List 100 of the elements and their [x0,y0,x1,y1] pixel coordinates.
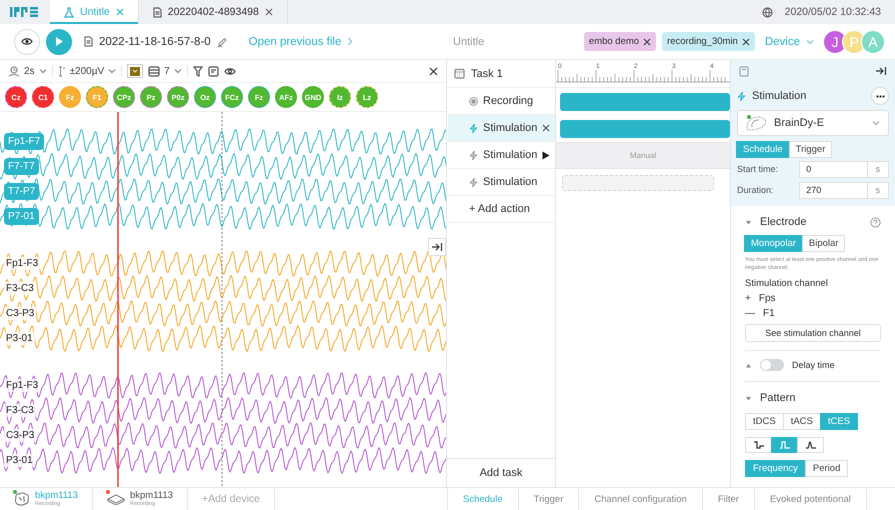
close-icon[interactable] [542,124,550,132]
open-previous-file-link[interactable]: Open previous file [248,36,342,48]
user-avatar[interactable]: J [823,30,847,54]
row-count-value[interactable]: 7 [164,66,170,76]
caret-down-icon[interactable] [745,220,752,224]
polarity-sign: — [745,308,755,320]
segment-button[interactable]: Trigger [788,141,832,158]
input-field[interactable]: 270 [799,182,868,198]
input-field[interactable]: 0 [799,160,868,178]
segment-button[interactable]: tDCS [745,413,784,430]
action-item[interactable]: Stimulation [448,169,555,196]
toggle-label: Delay time [792,360,835,370]
see-stimulation-channel-button[interactable]: See stimulation channel [745,324,881,342]
chevron-down-icon[interactable] [38,68,47,74]
add-action-button[interactable]: + Add action [448,196,555,223]
device-dropdown[interactable]: Device [764,36,800,48]
more-button[interactable] [871,87,889,105]
segment-button[interactable]: tCES [820,413,858,430]
manual-track[interactable]: Manual [556,142,730,169]
document-title: Untitle [452,36,486,48]
lightning-icon [469,122,478,134]
caret-down-icon[interactable] [745,396,752,401]
lightning-icon [469,176,478,188]
section-label: Stimulation channel [745,278,829,290]
file-tab[interactable]: Untitle [50,0,139,24]
channel-label[interactable]: T7-P7 [4,183,40,200]
add-device-button[interactable]: +Add device [188,488,276,510]
channel-label[interactable]: F3-C3 [4,282,36,295]
file-icon [152,6,162,18]
close-icon[interactable] [742,38,750,46]
channel-label[interactable]: Fp1-F3 [4,379,40,392]
chevron-down-icon [132,69,138,73]
play-icon [54,36,64,47]
biphasic-wave-icon [752,440,764,450]
segment-button[interactable]: Period [804,460,848,478]
channel-label[interactable]: F7-T7 [4,158,39,175]
action-item[interactable]: Stimulation [448,142,555,169]
time-scale-value[interactable]: 2s [24,66,35,76]
unit-label: s [868,182,889,198]
collapse-panel-icon[interactable] [875,66,887,76]
segment-button[interactable]: Frequency [745,460,806,478]
unit-label: s [868,160,889,178]
section-title[interactable]: Electrode [760,216,806,228]
tag-chip[interactable]: embo demo [584,32,656,51]
chevron-down-icon[interactable] [174,68,182,74]
channel-label[interactable]: P3-01 [4,454,35,467]
file-icon [84,36,93,47]
task-title[interactable]: Task 1 [471,68,503,80]
channel-label[interactable]: P7-01 [4,208,39,225]
lightning-icon [469,150,478,160]
chevron-right-icon[interactable] [347,37,354,46]
file-name: 2022-11-18-16-57-8-0 [99,36,211,48]
tag-chip[interactable]: recording_30min [662,32,755,51]
channel-label[interactable]: P3-01 [4,332,35,345]
collapse-panel-icon[interactable] [431,242,443,252]
action-item[interactable]: Recording [448,88,555,115]
calendar-icon [454,68,465,79]
color-picker[interactable] [127,64,144,78]
channel-label[interactable]: C3-P3 [4,307,36,320]
field-label: Duration: [737,185,775,195]
help-icon[interactable] [870,216,881,228]
polarity-sign: + [745,293,751,304]
segment-button[interactable]: Schedule [736,141,790,158]
segment-button[interactable]: tACS [782,413,821,430]
action-bar[interactable] [560,120,730,138]
image-icon[interactable] [208,66,219,76]
delay-toggle[interactable] [760,359,784,372]
clock-icon [8,66,20,76]
eye-icon[interactable] [224,66,236,76]
amplitude-value[interactable]: ±200µV [70,66,104,76]
close-icon[interactable] [643,38,652,46]
close-icon[interactable] [429,66,438,76]
play-marker-icon [542,150,550,160]
globe-icon[interactable] [762,6,773,18]
record-icon [469,96,478,106]
filter-icon[interactable] [192,66,203,76]
chevron-down-icon[interactable] [872,120,880,126]
action-item[interactable]: Stimulation [448,115,555,142]
device-select[interactable]: BrainDy-E [737,110,889,136]
chevron-down-icon[interactable] [806,38,814,44]
pulse-wave-icon [778,440,790,450]
device-icon [106,493,125,505]
caret-up-icon[interactable] [745,362,752,368]
segment-button[interactable]: Monopolar [744,235,803,252]
clock-text: 2020/05/02 10:32:43 [784,6,881,18]
channel-name: Fps [758,293,776,304]
edit-icon[interactable] [216,36,227,47]
visibility-button[interactable] [14,28,40,54]
segment-button[interactable]: Bipolar [802,235,846,252]
channel-label[interactable]: Fp1-F3 [4,257,40,270]
spike-wave-icon [804,440,816,450]
section-title[interactable]: Pattern [760,392,796,404]
channel-label[interactable]: C3-P3 [4,429,36,442]
chevron-down-icon[interactable] [108,68,116,74]
brain-icon [14,492,30,506]
channel-label[interactable]: F3-C3 [4,404,36,417]
collapse-button[interactable] [428,238,446,256]
channel-label[interactable]: Fp1-F7 [4,133,44,150]
action-bar[interactable] [560,92,730,110]
play-button[interactable] [46,28,72,54]
